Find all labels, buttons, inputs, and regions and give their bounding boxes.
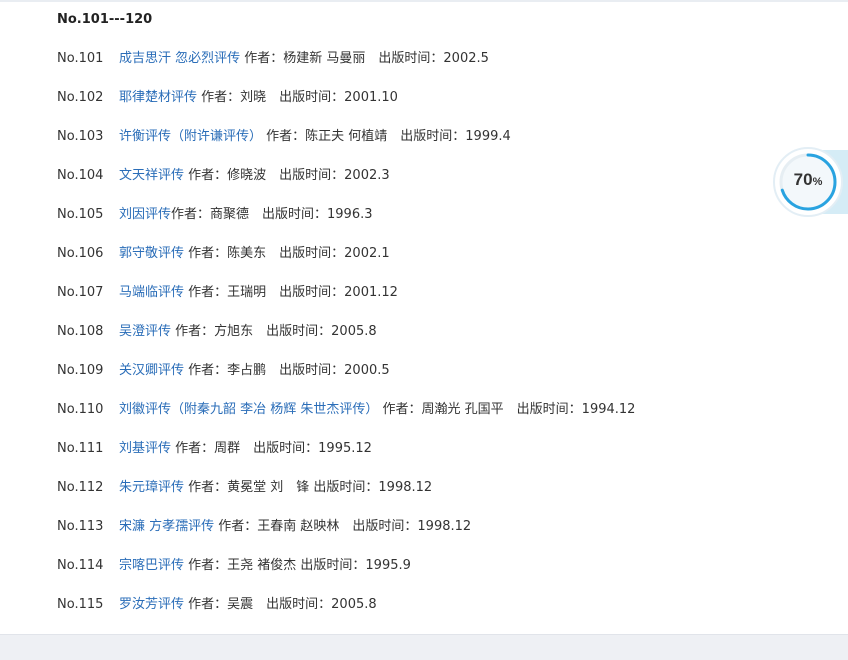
reading-progress-badge[interactable]: 70% (772, 146, 848, 218)
book-row: No.108 吴澄评传 作者：方旭东 出版时间：2005.8 (57, 323, 777, 362)
book-row: No.110 刘徽评传（附秦九韶 李冶 杨辉 朱世杰评传） 作者：周瀚光 孔国平 … (57, 401, 777, 440)
book-row: No.103 许衡评传（附许谦评传） 作者：陈正夫 何植靖 出版时间：1999.4 (57, 128, 777, 167)
book-title-link[interactable]: 宋濂 方孝孺评传 (119, 519, 214, 534)
book-number: No.108 (57, 324, 104, 339)
book-number: No.107 (57, 285, 104, 300)
book-title-link[interactable]: 郭守敬评传 (119, 246, 184, 261)
book-meta: 作者：黄冕堂 刘 锋 出版时间：1998.12 (184, 480, 433, 495)
book-meta: 作者：周瀚光 孔国平 出版时间：1994.12 (378, 402, 636, 417)
section-title: No.101---120 (57, 12, 153, 27)
book-number: No.115 (57, 597, 104, 612)
book-row: No.115 罗汝芳评传 作者：吴震 出版时间：2005.8 (57, 596, 777, 635)
book-meta: 作者：商聚德 出版时间：1996.3 (171, 207, 373, 222)
book-row: No.107 马端临评传 作者：王瑞明 出版时间：2001.12 (57, 284, 777, 323)
book-meta: 作者：修晓波 出版时间：2002.3 (184, 168, 390, 183)
book-number: No.104 (57, 168, 104, 183)
book-title-link[interactable]: 刘因评传 (119, 207, 171, 222)
book-row: No.112 朱元璋评传 作者：黄冕堂 刘 锋 出版时间：1998.12 (57, 479, 777, 518)
book-number: No.105 (57, 207, 104, 222)
progress-value: 70% (778, 170, 838, 190)
book-number: No.102 (57, 90, 104, 105)
book-row: No.114 宗喀巴评传 作者：王尧 褚俊杰 出版时间：1995.9 (57, 557, 777, 596)
progress-number: 70 (793, 170, 813, 189)
article-content: No.101---120 No.101 成吉思汗 忽必烈评传 作者：杨建新 马曼丽… (57, 11, 777, 635)
book-title-link[interactable]: 吴澄评传 (119, 324, 171, 339)
book-meta: 作者：陈正夫 何植靖 出版时间：1999.4 (262, 129, 511, 144)
book-meta: 作者：杨建新 马曼丽 出版时间：2002.5 (240, 51, 489, 66)
book-title-link[interactable]: 刘基评传 (119, 441, 171, 456)
book-title-link[interactable]: 刘徽评传（附秦九韶 李冶 杨辉 朱世杰评传） (119, 402, 378, 417)
book-row: No.111 刘基评传 作者：周群 出版时间：1995.12 (57, 440, 777, 479)
book-row: No.102 耶律楚材评传 作者：刘晓 出版时间：2001.10 (57, 89, 777, 128)
book-row: No.101 成吉思汗 忽必烈评传 作者：杨建新 马曼丽 出版时间：2002.5 (57, 50, 777, 89)
book-list: No.101 成吉思汗 忽必烈评传 作者：杨建新 马曼丽 出版时间：2002.5 N… (57, 50, 777, 635)
book-meta: 作者：方旭东 出版时间：2005.8 (171, 324, 377, 339)
book-number: No.106 (57, 246, 104, 261)
book-row: No.104 文天祥评传 作者：修晓波 出版时间：2002.3 (57, 167, 777, 206)
book-title-link[interactable]: 罗汝芳评传 (119, 597, 184, 612)
book-meta: 作者：李占鹏 出版时间：2000.5 (184, 363, 390, 378)
book-number: No.101 (57, 51, 104, 66)
book-title-link[interactable]: 成吉思汗 忽必烈评传 (119, 51, 240, 66)
book-number: No.111 (57, 441, 104, 456)
book-number: No.114 (57, 558, 104, 573)
book-number: No.113 (57, 519, 104, 534)
book-row: No.105 刘因评传作者：商聚德 出版时间：1996.3 (57, 206, 777, 245)
book-number: No.112 (57, 480, 104, 495)
book-number: No.109 (57, 363, 104, 378)
book-title-link[interactable]: 许衡评传（附许谦评传） (119, 129, 262, 144)
book-title-link[interactable]: 耶律楚材评传 (119, 90, 197, 105)
book-title-link[interactable]: 朱元璋评传 (119, 480, 184, 495)
book-meta: 作者：周群 出版时间：1995.12 (171, 441, 372, 456)
book-meta: 作者：陈美东 出版时间：2002.1 (184, 246, 390, 261)
book-meta: 作者：刘晓 出版时间：2001.10 (197, 90, 398, 105)
top-divider (0, 0, 848, 2)
book-meta: 作者：王尧 褚俊杰 出版时间：1995.9 (184, 558, 411, 573)
book-title-link[interactable]: 马端临评传 (119, 285, 184, 300)
book-meta: 作者：王春南 赵映林 出版时间：1998.12 (214, 519, 472, 534)
progress-unit: % (812, 176, 823, 188)
book-number: No.103 (57, 129, 104, 144)
book-meta: 作者：王瑞明 出版时间：2001.12 (184, 285, 398, 300)
book-number: No.110 (57, 402, 104, 417)
book-row: No.109 关汉卿评传 作者：李占鹏 出版时间：2000.5 (57, 362, 777, 401)
book-row: No.106 郭守敬评传 作者：陈美东 出版时间：2002.1 (57, 245, 777, 284)
book-meta: 作者：吴震 出版时间：2005.8 (184, 597, 377, 612)
bottom-bar (0, 634, 848, 660)
book-title-link[interactable]: 宗喀巴评传 (119, 558, 184, 573)
book-title-link[interactable]: 文天祥评传 (119, 168, 184, 183)
book-row: No.113 宋濂 方孝孺评传 作者：王春南 赵映林 出版时间：1998.12 (57, 518, 777, 557)
book-title-link[interactable]: 关汉卿评传 (119, 363, 184, 378)
